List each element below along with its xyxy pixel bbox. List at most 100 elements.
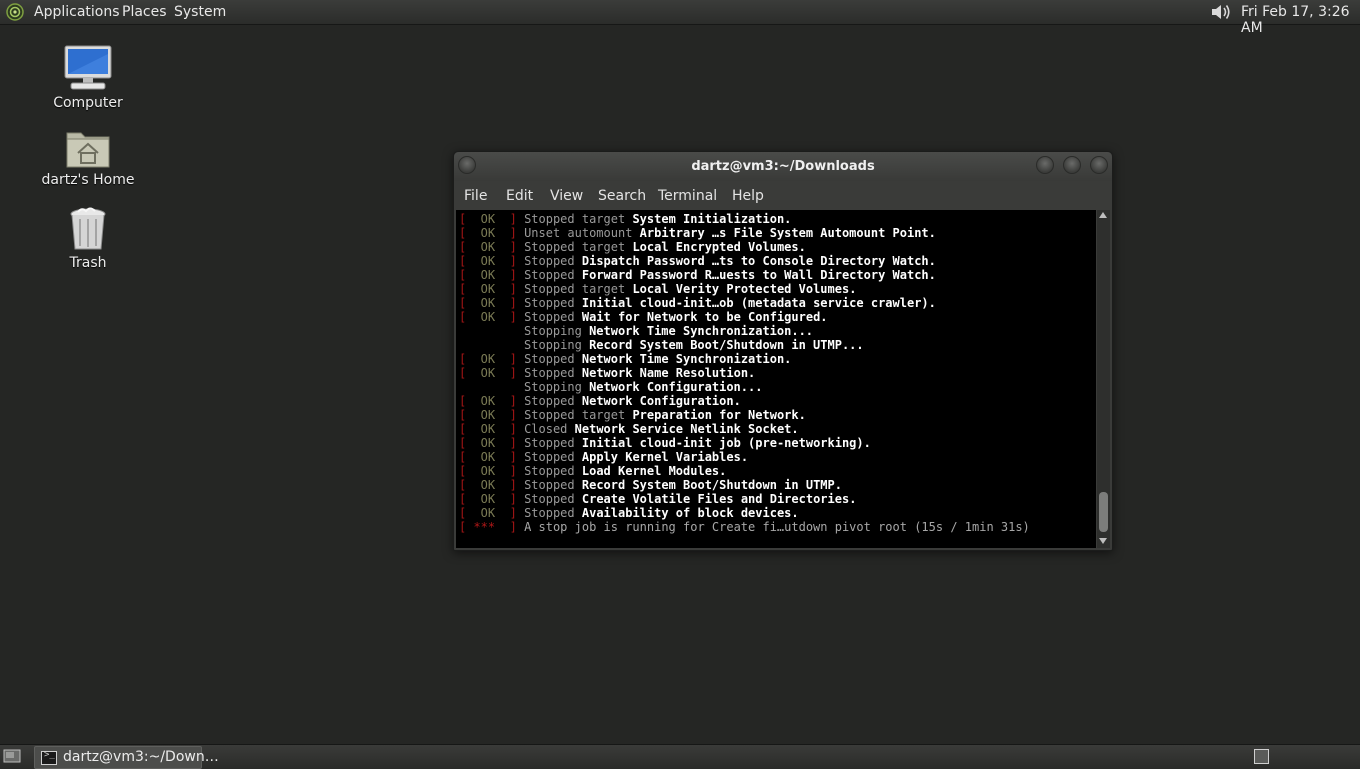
minimize-button[interactable] bbox=[1036, 156, 1054, 174]
terminal-line: [ OK ] Stopped Network Time Synchronizat… bbox=[459, 352, 1030, 366]
terminal-line: [ OK ] Stopped Initial cloud-init job (p… bbox=[459, 436, 1030, 450]
terminal-line: [ OK ] Stopped Dispatch Password …ts to … bbox=[459, 254, 1030, 268]
status-bracket-close: ] bbox=[509, 394, 517, 408]
log-unit: Local Verity Protected Volumes bbox=[632, 282, 850, 296]
gnome-menu-icon[interactable] bbox=[6, 3, 24, 21]
menu-edit[interactable]: Edit bbox=[506, 188, 533, 204]
status-ok: OK bbox=[466, 408, 510, 422]
status-bracket-close: ] bbox=[509, 422, 517, 436]
desktop-icon-computer[interactable]: Computer bbox=[33, 44, 143, 111]
home-folder-icon bbox=[66, 132, 110, 168]
status-ok: OK bbox=[466, 464, 510, 478]
log-unit: Availability of block devices bbox=[581, 506, 792, 520]
log-unit: Record System Boot/Shutdown in UTMP bbox=[589, 338, 842, 352]
log-unit: Initial cloud-init…ob (metadata service … bbox=[581, 296, 929, 310]
log-end: . bbox=[928, 268, 936, 282]
scroll-thumb[interactable] bbox=[1099, 492, 1108, 532]
terminal-line: [ OK ] Stopped Create Volatile Files and… bbox=[459, 492, 1030, 506]
log-end: . bbox=[791, 506, 799, 520]
terminal-line: [ OK ] Stopped target System Initializat… bbox=[459, 212, 1030, 226]
close-button[interactable] bbox=[1090, 156, 1108, 174]
show-desktop-icon[interactable] bbox=[3, 749, 21, 764]
status-bracket-close: ] bbox=[509, 310, 517, 324]
terminal-prompt-glyph: >_ bbox=[44, 750, 55, 760]
terminal-window[interactable]: dartz@vm3:~/Downloads File Edit View Sea… bbox=[453, 151, 1113, 551]
log-end: . bbox=[784, 212, 792, 226]
log-running-text: A stop job is running for Create fi…utdo… bbox=[524, 520, 1030, 534]
log-verb: Stopped bbox=[524, 254, 575, 268]
status-bracket-close: ] bbox=[509, 408, 517, 422]
places-menu[interactable]: Places bbox=[122, 4, 167, 20]
log-verb: Stopping bbox=[524, 380, 582, 394]
maximize-button[interactable] bbox=[1063, 156, 1081, 174]
log-unit: Load Kernel Modules bbox=[581, 464, 720, 478]
log-verb: Stopped bbox=[524, 394, 575, 408]
status-ok: OK bbox=[466, 212, 510, 226]
terminal-line: Stopping Network Configuration... bbox=[459, 380, 1030, 394]
system-menu[interactable]: System bbox=[174, 4, 226, 20]
log-verb: Stopped bbox=[524, 492, 575, 506]
menu-terminal[interactable]: Terminal bbox=[658, 188, 717, 204]
computer-icon bbox=[64, 45, 112, 90]
log-end: . bbox=[798, 408, 806, 422]
scroll-down-arrow-icon[interactable] bbox=[1099, 538, 1107, 544]
log-end: . bbox=[748, 366, 756, 380]
log-verb: Stopped target bbox=[524, 212, 626, 226]
log-end: . bbox=[849, 282, 857, 296]
status-ok: OK bbox=[466, 436, 510, 450]
status-progress: *** bbox=[466, 520, 510, 534]
status-ok: OK bbox=[466, 240, 510, 254]
status-bracket-close: ] bbox=[509, 212, 517, 226]
log-unit: Forward Password R…uests to Wall Directo… bbox=[581, 268, 929, 282]
terminal-scrollbar[interactable] bbox=[1097, 210, 1110, 548]
desktop-icon-label: Computer bbox=[53, 95, 123, 111]
status-bracket-close: ] bbox=[509, 282, 517, 296]
window-titlebar[interactable]: dartz@vm3:~/Downloads bbox=[454, 152, 1112, 181]
menu-file[interactable]: File bbox=[464, 188, 487, 204]
status-ok: OK bbox=[466, 422, 510, 436]
status-ok: OK bbox=[466, 352, 510, 366]
status-bracket-close: ] bbox=[509, 254, 517, 268]
desktop-icon-home[interactable]: dartz's Home bbox=[33, 127, 143, 188]
log-unit: Network Name Resolution bbox=[581, 366, 749, 380]
desktop-icon-trash[interactable]: Trash bbox=[33, 206, 143, 271]
status-ok: OK bbox=[466, 282, 510, 296]
log-verb: Stopped target bbox=[524, 282, 626, 296]
window-title: dartz@vm3:~/Downloads bbox=[691, 159, 875, 174]
applications-menu[interactable]: Applications bbox=[34, 4, 120, 20]
terminal-line: [ OK ] Stopped target Local Encrypted Vo… bbox=[459, 240, 1030, 254]
terminal-output[interactable]: [ OK ] Stopped target System Initializat… bbox=[456, 210, 1096, 548]
menu-search[interactable]: Search bbox=[598, 188, 646, 204]
clock[interactable]: Fri Feb 17, 3:26 AM bbox=[1241, 4, 1360, 36]
status-bracket-close: ] bbox=[509, 478, 517, 492]
log-end: . bbox=[928, 226, 936, 240]
log-end: . bbox=[798, 240, 806, 254]
status-bracket-close: ] bbox=[509, 366, 517, 380]
log-unit: Network Configuration bbox=[581, 394, 734, 408]
log-unit: Initial cloud-init job (pre-networking) bbox=[581, 436, 864, 450]
volume-icon[interactable] bbox=[1209, 2, 1233, 22]
log-unit: Apply Kernel Variables bbox=[581, 450, 741, 464]
status-bracket-close: ] bbox=[509, 352, 517, 366]
menu-help[interactable]: Help bbox=[732, 188, 764, 204]
log-end: . bbox=[849, 492, 857, 506]
status-bracket-close: ] bbox=[509, 520, 517, 534]
log-unit: Network Service Netlink Socket bbox=[574, 422, 792, 436]
menu-view[interactable]: View bbox=[550, 188, 583, 204]
taskbar-terminal-button[interactable]: >_ dartz@vm3:~/Down… bbox=[34, 746, 219, 769]
log-verb: Stopped bbox=[524, 310, 575, 324]
workspace-switcher-icon[interactable] bbox=[1254, 749, 1269, 764]
log-verb: Closed bbox=[524, 422, 568, 436]
terminal-line: [ OK ] Stopped Load Kernel Modules. bbox=[459, 464, 1030, 478]
log-verb: Stopped target bbox=[524, 408, 626, 422]
status-ok: OK bbox=[466, 478, 510, 492]
log-verb: Stopped bbox=[524, 450, 575, 464]
log-unit: Arbitrary …s File System Automount Point bbox=[639, 226, 929, 240]
log-end: . bbox=[791, 422, 799, 436]
scroll-up-arrow-icon[interactable] bbox=[1099, 212, 1107, 218]
bottom-panel: >_ dartz@vm3:~/Down… bbox=[0, 744, 1360, 769]
trash-icon bbox=[70, 207, 106, 250]
log-unit: Record System Boot/Shutdown in UTMP bbox=[581, 478, 835, 492]
log-end: ... bbox=[740, 380, 763, 394]
log-unit: System Initialization bbox=[632, 212, 785, 226]
